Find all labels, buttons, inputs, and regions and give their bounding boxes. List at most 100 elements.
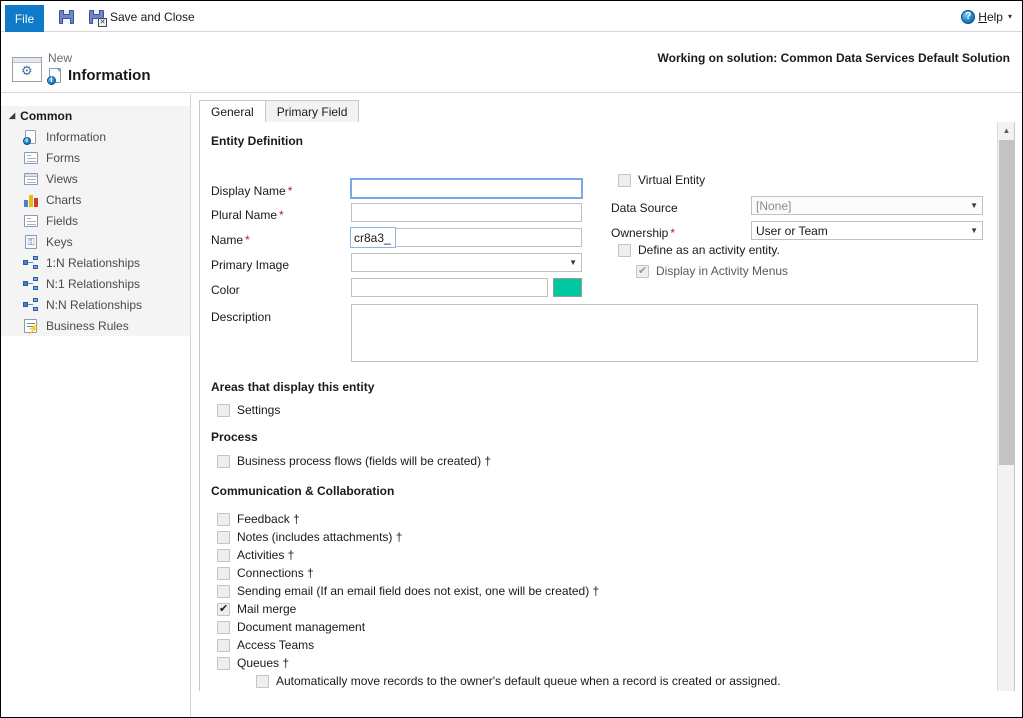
scrollbar-thumb[interactable] bbox=[999, 140, 1014, 465]
sidebar-item-label: Forms bbox=[46, 151, 80, 165]
feedback-label: Feedback † bbox=[237, 512, 300, 526]
access-teams-row[interactable]: Access Teams bbox=[217, 638, 314, 652]
define-activity-entity-checkbox[interactable] bbox=[618, 244, 631, 257]
description-textarea[interactable] bbox=[351, 304, 978, 362]
many-to-one-relationships-icon bbox=[23, 277, 39, 291]
help-accel-char: H bbox=[978, 10, 987, 24]
sidebar-item-forms[interactable]: Forms bbox=[1, 147, 190, 168]
display-name-input[interactable] bbox=[350, 178, 583, 199]
panel-vertical-scrollbar[interactable]: ▲ ▼ bbox=[997, 122, 1014, 718]
save-button[interactable] bbox=[57, 5, 77, 29]
business-process-flows-row[interactable]: Business process flows (fields will be c… bbox=[217, 454, 491, 468]
sidebar-item-label: Keys bbox=[46, 235, 73, 249]
sidebar-item-label: N:N Relationships bbox=[46, 298, 142, 312]
document-management-checkbox[interactable] bbox=[217, 621, 230, 634]
define-activity-entity-row[interactable]: Define as an activity entity. bbox=[618, 243, 780, 257]
sidebar-item-charts[interactable]: Charts bbox=[1, 189, 190, 210]
notes-checkbox[interactable] bbox=[217, 531, 230, 544]
queues-checkbox[interactable] bbox=[217, 657, 230, 670]
area-settings-checkbox[interactable] bbox=[217, 404, 230, 417]
fields-icon bbox=[23, 214, 39, 228]
sidebar-item-label: Fields bbox=[46, 214, 78, 228]
sidebar-item-one-to-many-relationships[interactable]: 1:N Relationships bbox=[1, 252, 190, 273]
save-and-close-button[interactable]: ✕ Save and Close bbox=[87, 5, 197, 29]
help-label-rest: elp bbox=[987, 10, 1003, 24]
sending-email-checkbox[interactable] bbox=[217, 585, 230, 598]
notes-label: Notes (includes attachments) † bbox=[237, 530, 402, 544]
color-label: Color bbox=[211, 283, 240, 297]
define-activity-entity-label: Define as an activity entity. bbox=[638, 243, 780, 257]
notes-row[interactable]: Notes (includes attachments) † bbox=[217, 530, 402, 544]
connections-label: Connections † bbox=[237, 566, 314, 580]
form-panel: Entity Definition Display Name* Plural N… bbox=[199, 122, 1015, 718]
forms-icon bbox=[23, 151, 39, 165]
display-activity-menus-checkbox bbox=[636, 265, 649, 278]
activities-checkbox[interactable] bbox=[217, 549, 230, 562]
file-tab-button[interactable]: File bbox=[5, 5, 44, 32]
area-settings-row[interactable]: Settings bbox=[217, 403, 280, 417]
sidebar-item-business-rules[interactable]: ⚡ Business Rules bbox=[1, 315, 190, 336]
mail-merge-label: Mail merge bbox=[237, 602, 296, 616]
sidebar-item-many-to-many-relationships[interactable]: N:N Relationships bbox=[1, 294, 190, 315]
content-area: General Primary Field Entity Definition … bbox=[192, 94, 1022, 718]
sidebar-group-label: Common bbox=[20, 109, 72, 123]
plural-name-input[interactable] bbox=[351, 203, 582, 222]
activities-label: Activities † bbox=[237, 548, 294, 562]
color-swatch-button[interactable] bbox=[553, 278, 582, 297]
sidebar-group-common[interactable]: ◢ Common bbox=[1, 106, 190, 126]
activities-row[interactable]: Activities † bbox=[217, 548, 294, 562]
business-process-flows-checkbox[interactable] bbox=[217, 455, 230, 468]
document-management-row[interactable]: Document management bbox=[217, 620, 365, 634]
information-doc-icon: i bbox=[48, 68, 62, 84]
scroll-up-button[interactable]: ▲ bbox=[998, 122, 1015, 139]
virtual-entity-checkbox[interactable] bbox=[618, 174, 631, 187]
area-settings-label: Settings bbox=[237, 403, 280, 417]
feedback-checkbox[interactable] bbox=[217, 513, 230, 526]
connections-checkbox[interactable] bbox=[217, 567, 230, 580]
sidebar-item-label: 1:N Relationships bbox=[46, 256, 140, 270]
mail-merge-checkbox[interactable] bbox=[217, 603, 230, 616]
chevron-down-icon: ▼ bbox=[970, 227, 978, 235]
sending-email-label: Sending email (If an email field does no… bbox=[237, 584, 599, 598]
queues-row[interactable]: Queues † bbox=[217, 656, 289, 670]
primary-image-dropdown[interactable]: ▼ bbox=[351, 253, 582, 272]
sidebar-item-label: Information bbox=[46, 130, 106, 144]
document-management-label: Document management bbox=[237, 620, 365, 634]
ribbon-toolbar: File ✕ Save and Close ? Help ▾ bbox=[1, 1, 1022, 32]
display-activity-menus-label: Display in Activity Menus bbox=[656, 264, 788, 278]
access-teams-label: Access Teams bbox=[237, 638, 314, 652]
areas-section-heading: Areas that display this entity bbox=[211, 380, 374, 394]
save-and-close-icon: ✕ bbox=[89, 9, 105, 25]
keys-icon: ⚿ bbox=[23, 235, 39, 249]
description-label: Description bbox=[211, 310, 271, 324]
sidebar-item-many-to-one-relationships[interactable]: N:1 Relationships bbox=[1, 273, 190, 294]
virtual-entity-row[interactable]: Virtual Entity bbox=[618, 173, 705, 187]
access-teams-checkbox[interactable] bbox=[217, 639, 230, 652]
help-label: Help bbox=[978, 10, 1003, 24]
color-input[interactable] bbox=[351, 278, 548, 297]
sidebar-item-fields[interactable]: Fields bbox=[1, 210, 190, 231]
sidebar-item-label: Charts bbox=[46, 193, 81, 207]
virtual-entity-label: Virtual Entity bbox=[638, 173, 705, 187]
ownership-dropdown[interactable]: User or Team ▼ bbox=[751, 221, 983, 240]
connections-row[interactable]: Connections † bbox=[217, 566, 314, 580]
tab-primary-field[interactable]: Primary Field bbox=[265, 100, 360, 122]
sending-email-row[interactable]: Sending email (If an email field does no… bbox=[217, 584, 599, 598]
help-caret-icon[interactable]: ▾ bbox=[1008, 13, 1012, 21]
data-source-label: Data Source bbox=[611, 201, 678, 215]
sidebar-item-information[interactable]: i Information bbox=[1, 126, 190, 147]
help-button[interactable]: ? Help ▾ bbox=[961, 1, 1012, 32]
sidebar-item-keys[interactable]: ⚿ Keys bbox=[1, 231, 190, 252]
triangle-up-icon: ▲ bbox=[1003, 127, 1011, 135]
tab-general[interactable]: General bbox=[199, 100, 266, 122]
chevron-collapse-icon: ◢ bbox=[9, 112, 15, 120]
plural-name-label: Plural Name* bbox=[211, 208, 284, 222]
sidebar-item-views[interactable]: Views bbox=[1, 168, 190, 189]
display-activity-menus-row: Display in Activity Menus bbox=[636, 264, 788, 278]
ownership-label: Ownership* bbox=[611, 226, 675, 240]
communication-section-heading: Communication & Collaboration bbox=[211, 484, 394, 498]
mail-merge-row[interactable]: Mail merge bbox=[217, 602, 296, 616]
feedback-row[interactable]: Feedback † bbox=[217, 512, 300, 526]
chevron-down-icon: ▼ bbox=[970, 202, 978, 210]
data-source-dropdown[interactable]: [None] ▼ bbox=[751, 196, 983, 215]
